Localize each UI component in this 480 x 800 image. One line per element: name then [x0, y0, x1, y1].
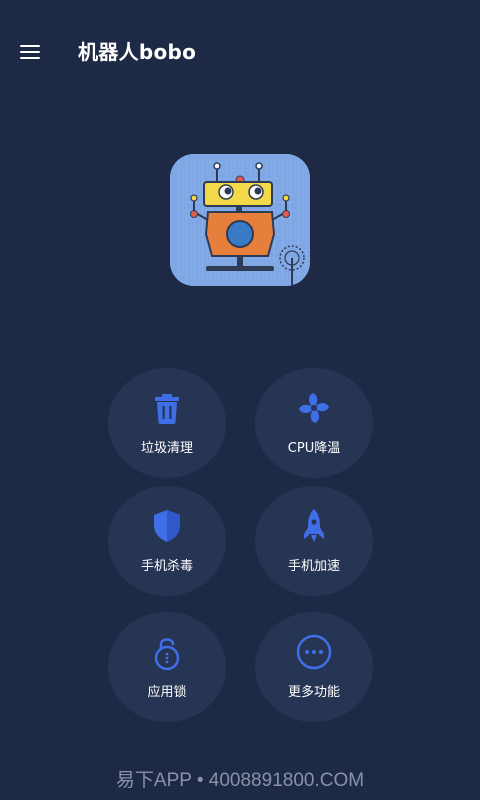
speed-up-button[interactable]: 手机加速	[255, 486, 373, 596]
cpu-cool-label: CPU降温	[287, 441, 341, 456]
rocket-icon	[304, 509, 324, 542]
trash-icon	[155, 394, 179, 424]
fan-icon	[299, 393, 329, 423]
speed-up-label: 手机加速	[287, 559, 340, 574]
cpu-cool-button[interactable]: CPU降温	[255, 368, 373, 478]
junk-clean-label: 垃圾清理	[140, 441, 193, 456]
app-bar: 机器人bobo	[0, 0, 480, 104]
app-lock-label: 应用锁	[147, 685, 187, 700]
junk-clean-button[interactable]: 垃圾清理	[108, 368, 226, 478]
app-lock-button[interactable]: 应用锁	[108, 612, 226, 722]
more-features-button[interactable]: 更多功能	[255, 612, 373, 722]
antivirus-label: 手机杀毒	[140, 559, 193, 574]
more-icon	[296, 634, 332, 670]
robot-logo-icon	[170, 154, 310, 286]
lock-icon	[154, 638, 180, 671]
shield-icon	[154, 510, 180, 542]
antivirus-button[interactable]: 手机杀毒	[108, 486, 226, 596]
more-features-label: 更多功能	[287, 685, 340, 700]
watermark-text: 易下APP • 4008891800.COM	[115, 770, 365, 791]
app-title: 机器人bobo	[78, 40, 197, 64]
menu-button[interactable]	[14, 38, 46, 66]
